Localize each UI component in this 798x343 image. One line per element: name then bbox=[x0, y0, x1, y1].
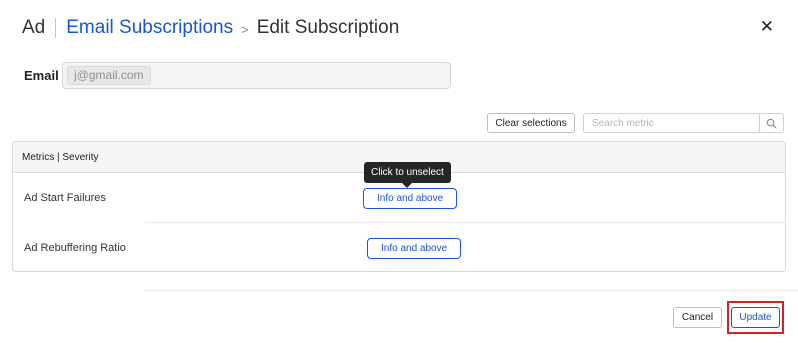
email-label: Email bbox=[24, 68, 59, 83]
cancel-button[interactable]: Cancel bbox=[673, 307, 722, 328]
metrics-table: Metrics | Severity Ad Start Failures Inf… bbox=[12, 141, 786, 272]
breadcrumb-root: Ad bbox=[22, 17, 46, 38]
tooltip-text: Click to unselect bbox=[371, 167, 444, 178]
metric-label: Ad Rebuffering Ratio bbox=[24, 242, 126, 254]
search-input[interactable] bbox=[584, 114, 759, 132]
breadcrumb-separator: > bbox=[241, 21, 249, 37]
severity-button[interactable]: Info and above bbox=[363, 187, 458, 209]
close-icon[interactable]: ✕ bbox=[760, 17, 774, 37]
search-metric-box bbox=[583, 113, 784, 133]
tooltip-arrow bbox=[402, 183, 413, 188]
page-title: Edit Subscription bbox=[256, 17, 400, 38]
severity-button[interactable]: Info and above bbox=[367, 237, 462, 259]
metric-label: Ad Start Failures bbox=[24, 192, 106, 204]
table-row: Ad Rebuffering Ratio Info and above bbox=[13, 223, 785, 273]
email-row: Email j@gmail.com bbox=[24, 62, 451, 89]
email-chip: j@gmail.com bbox=[67, 66, 151, 85]
tooltip: Click to unselect bbox=[364, 162, 451, 188]
search-icon[interactable] bbox=[759, 114, 783, 132]
footer-divider bbox=[0, 290, 798, 291]
breadcrumb-link-email-subscriptions[interactable]: Email Subscriptions bbox=[66, 17, 233, 39]
breadcrumb-divider bbox=[55, 18, 57, 38]
email-field[interactable]: j@gmail.com bbox=[62, 62, 451, 89]
clear-selections-button[interactable]: Clear selections bbox=[487, 113, 575, 133]
breadcrumb: Ad Email Subscriptions > Edit Subscripti… bbox=[22, 16, 399, 40]
update-button[interactable]: Update bbox=[731, 307, 780, 328]
